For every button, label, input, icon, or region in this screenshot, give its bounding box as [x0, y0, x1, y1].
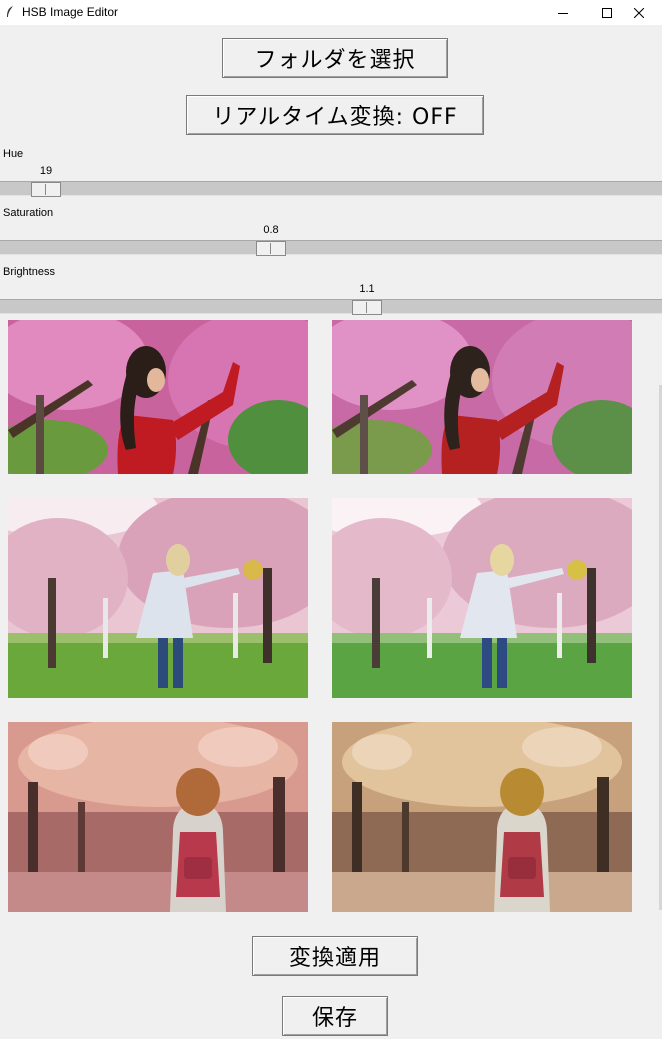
hue-slider-handle[interactable]	[31, 182, 61, 197]
converted-image-3	[332, 722, 632, 912]
feather-icon	[7, 6, 13, 17]
original-image-3	[8, 722, 308, 912]
hue-slider[interactable]	[0, 181, 662, 197]
title-bar: HSB Image Editor	[0, 0, 662, 25]
brightness-label: Brightness	[3, 266, 55, 278]
close-button[interactable]	[616, 0, 662, 25]
maximize-icon	[602, 7, 612, 18]
saturation-slider[interactable]	[0, 240, 662, 256]
brightness-slider-handle[interactable]	[352, 300, 382, 315]
saturation-label: Saturation	[3, 207, 54, 219]
window-title: HSB Image Editor	[22, 5, 119, 19]
original-image-1	[8, 320, 308, 474]
saturation-slider-handle[interactable]	[256, 241, 286, 256]
converted-image-1	[332, 320, 632, 474]
brightness-value: 1.1	[359, 283, 375, 295]
hue-value: 19	[39, 165, 53, 177]
apply-button[interactable]: 変換適用	[252, 936, 418, 976]
minimize-icon	[558, 12, 568, 14]
hue-label: Hue	[3, 148, 24, 160]
close-icon	[634, 7, 644, 18]
select-folder-button[interactable]: フォルダを選択	[222, 38, 448, 78]
minimize-button[interactable]	[540, 0, 586, 25]
realtime-toggle-button[interactable]: リアルタイム変換: OFF	[186, 95, 484, 135]
brightness-slider[interactable]	[0, 299, 662, 315]
original-image-2	[8, 498, 308, 698]
saturation-value: 0.8	[263, 224, 279, 236]
save-button[interactable]: 保存	[282, 996, 388, 1036]
converted-image-2	[332, 498, 632, 698]
